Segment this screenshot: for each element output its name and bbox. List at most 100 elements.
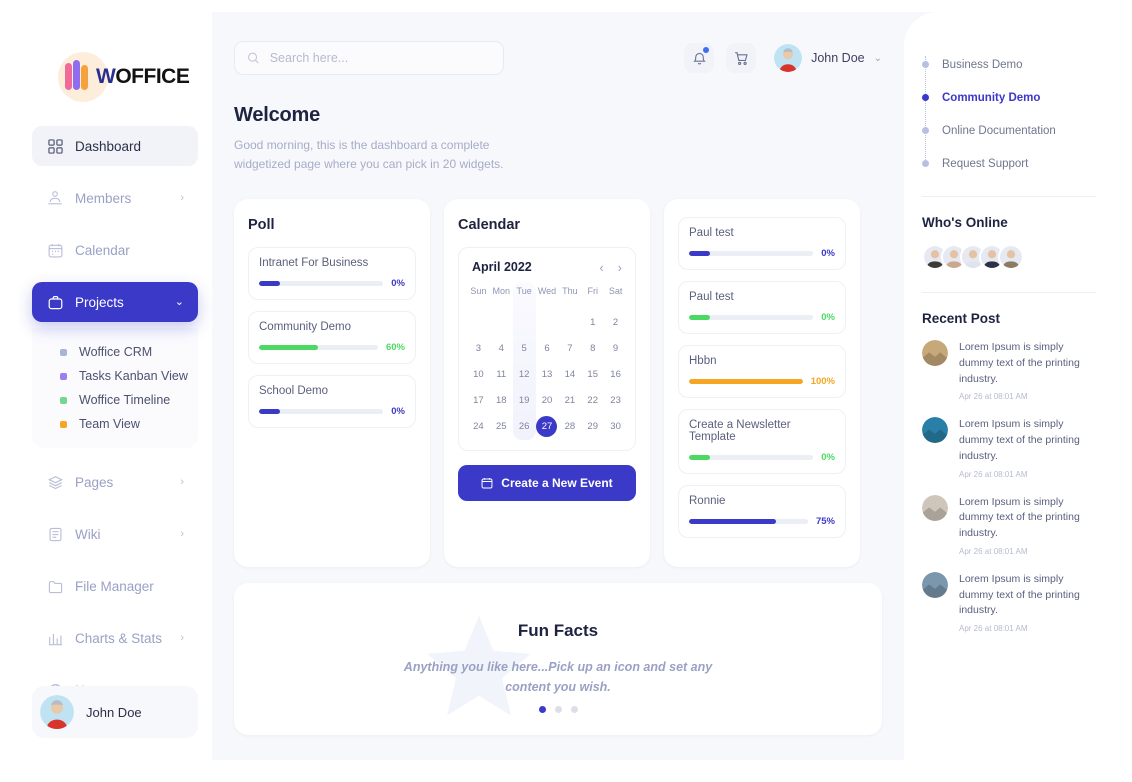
calendar-day[interactable]: 6 [536, 336, 559, 362]
recent-posts-list: Lorem Ipsum is simply dummy text of the … [922, 340, 1096, 633]
poll-item[interactable]: Intranet For Business 0% [248, 247, 416, 301]
calendar-day[interactable]: 17 [467, 388, 490, 414]
calendar-day[interactable]: 3 [467, 336, 490, 362]
whos-online-title: Who's Online [922, 215, 1008, 230]
recent-post-item[interactable]: Lorem Ipsum is simply dummy text of the … [922, 417, 1096, 479]
demo-link-online-documentation[interactable]: Online Documentation [922, 114, 1096, 147]
sidebar-item-wiki[interactable]: Wiki › [32, 514, 198, 554]
demo-link-request-support[interactable]: Request Support [922, 147, 1096, 180]
submenu-item-label: Woffice Timeline [79, 393, 171, 407]
progress-track [259, 409, 384, 415]
calendar-day[interactable]: 11 [490, 362, 513, 388]
create-event-button[interactable]: Create a New Event [458, 465, 636, 502]
carousel-dot[interactable] [570, 706, 578, 714]
calendar-day[interactable]: 10 [467, 362, 490, 388]
calendar-day[interactable]: 15 [581, 362, 604, 388]
avatar[interactable] [998, 244, 1024, 270]
progress-fill [259, 281, 281, 287]
sidebar-item-charts-stats[interactable]: Charts & Stats › [32, 618, 198, 658]
calendar-day-number: 5 [521, 343, 527, 355]
task-item[interactable]: Ronnie 75% [678, 485, 846, 539]
calendar-day[interactable]: 8 [581, 336, 604, 362]
sidebar-item-label: Calendar [75, 242, 130, 258]
calendar-grid: Sun Mon Tue Wed Thu Fri Sat 1 2 3 4 5 6 7 8 9 10 11 12 13 14… [467, 282, 627, 441]
sidebar-item-projects[interactable]: Projects ⌄ [32, 282, 198, 322]
demo-link-community-demo[interactable]: Community Demo [922, 81, 1096, 114]
task-item[interactable]: Create a Newsletter Template 0% [678, 409, 846, 475]
poll-item[interactable]: Community Demo 60% [248, 311, 416, 365]
sidebar-item-dashboard[interactable]: Dashboard [32, 126, 198, 166]
calendar-day[interactable]: 12 [513, 362, 536, 388]
chevron-left-icon[interactable]: ‹ [599, 261, 603, 274]
task-item[interactable]: Hbbn 100% [678, 345, 846, 399]
post-timestamp: Apr 26 at 08:01 AM [959, 469, 1028, 479]
progress-track [689, 251, 814, 257]
task-item[interactable]: Paul test 0% [678, 217, 846, 271]
calendar-day-number: 3 [475, 343, 482, 355]
calendar-day[interactable]: 1 [581, 310, 604, 336]
cart-icon [734, 51, 748, 65]
demo-link-business-demo[interactable]: Business Demo [922, 48, 1096, 81]
submenu-item-team-view[interactable]: Team View [32, 412, 198, 436]
calendar-day[interactable]: 20 [536, 388, 559, 414]
progress-row: 100% [689, 376, 835, 387]
calendar-day[interactable]: 13 [536, 362, 559, 388]
task-item[interactable]: Paul test 0% [678, 281, 846, 335]
calendar-day[interactable]: 7 [558, 336, 581, 362]
carousel-dots [538, 706, 578, 714]
calendar-day[interactable]: 16 [604, 362, 627, 388]
sidebar-item-members[interactable]: Members › [32, 178, 198, 218]
calendar-day[interactable]: 14 [558, 362, 581, 388]
submenu-item-woffice-timeline[interactable]: Woffice Timeline [32, 388, 198, 412]
chevron-right-icon[interactable]: › [618, 261, 622, 274]
woffice-logo-icon [65, 60, 88, 90]
notifications-button[interactable] [684, 43, 715, 73]
carousel-dot[interactable] [538, 706, 546, 714]
calendar-day[interactable]: 23 [604, 388, 627, 414]
sidebar-item-pages[interactable]: Pages › [32, 462, 198, 502]
calendar-day[interactable]: 22 [581, 388, 604, 414]
calendar-day[interactable]: 29 [581, 414, 604, 440]
search-input[interactable] [269, 51, 491, 65]
submenu-item-tasks-kanban-view[interactable]: Tasks Kanban View [32, 364, 198, 388]
user-menu[interactable]: John Doe ⌄ [774, 44, 882, 72]
calendar-day[interactable]: 19 [513, 388, 536, 414]
calendar-day[interactable]: 26 [513, 414, 536, 440]
calendar-day-number: 22 [587, 395, 598, 407]
sidebar-item-label: Projects [75, 294, 124, 310]
post-body: Lorem Ipsum is simply dummy text of the … [959, 417, 1096, 478]
calendar-day[interactable]: 5 [513, 336, 536, 362]
calendar-day[interactable]: 4 [490, 336, 513, 362]
calendar-day[interactable]: 2 [604, 310, 627, 336]
calendar-day[interactable]: 28 [558, 414, 581, 440]
recent-post-item[interactable]: Lorem Ipsum is simply dummy text of the … [922, 571, 1096, 633]
submenu-item-woffice-crm[interactable]: Woffice CRM [32, 340, 198, 364]
recent-post-item[interactable]: Lorem Ipsum is simply dummy text of the … [922, 494, 1096, 556]
calendar-day[interactable]: 21 [558, 388, 581, 414]
search-box[interactable] [234, 41, 504, 75]
calendar-day[interactable]: 30 [604, 414, 627, 440]
calendar-day[interactable]: 9 [604, 336, 627, 362]
carousel-dot[interactable] [554, 706, 562, 714]
sidebar-item-calendar[interactable]: Calendar [32, 230, 198, 270]
task-item-label: Create a Newsletter Template [689, 419, 791, 444]
layers-icon [46, 473, 64, 491]
main-content: John Doe ⌄ Welcome Good morning, this is… [212, 12, 904, 760]
calendar-dow-label: Thu [562, 286, 578, 297]
poll-item[interactable]: School Demo 0% [248, 375, 416, 429]
calendar-day[interactable]: 18 [490, 388, 513, 414]
post-timestamp: Apr 26 at 08:01 AM [959, 624, 1028, 633]
calendar-day[interactable]: 25 [490, 414, 513, 440]
recent-post-item[interactable]: Lorem Ipsum is simply dummy text of the … [922, 340, 1096, 401]
sidebar-user-profile[interactable]: John Doe [32, 686, 198, 738]
calendar-day[interactable]: 24 [467, 414, 490, 440]
create-event-label: Create a New Event [501, 476, 613, 491]
logo[interactable]: WOFFICE [18, 42, 212, 112]
sidebar-item-file-manager[interactable]: File Manager [32, 566, 198, 606]
calendar-day-number: 18 [495, 395, 507, 407]
bullet-dot-icon [922, 94, 929, 101]
cart-button[interactable] [726, 43, 757, 73]
calendar-day-selected[interactable]: 27 [536, 414, 559, 440]
post-thumbnail [922, 417, 948, 444]
post-thumbnail [922, 571, 948, 598]
